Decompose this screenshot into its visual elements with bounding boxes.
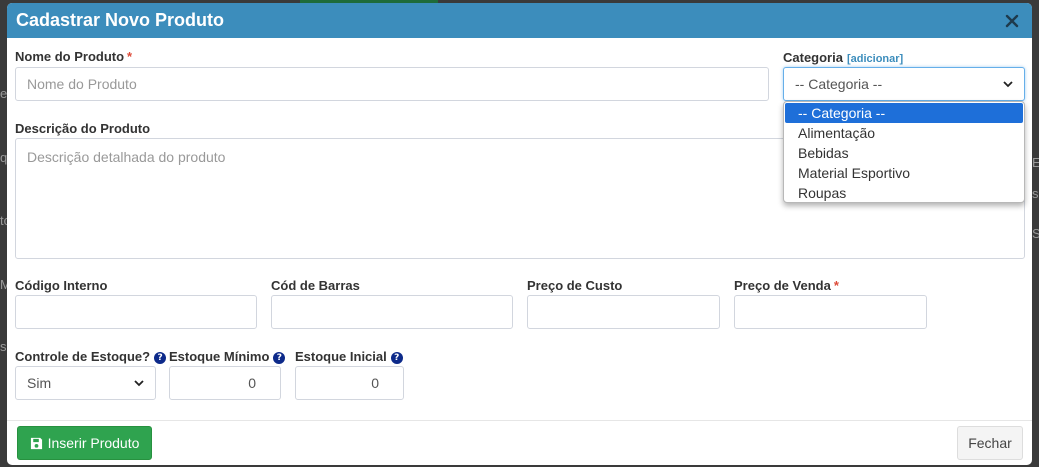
barcode-input[interactable] [271,295,513,329]
question-circle-icon[interactable]: ? [273,352,286,364]
product-name-label: Nome do Produto * [15,49,132,64]
sale-price-input[interactable] [734,295,927,329]
floppy-disk-icon [30,437,42,449]
category-label-text: Categoria [783,50,843,65]
initial-stock-label: Estoque Inicial? [295,349,403,364]
sale-price-label-text: Preço de Venda [734,278,831,293]
chevron-down-icon [1003,81,1013,88]
insert-product-label: Inserir Produto [47,435,140,451]
stock-control-selected-value: Sim [27,375,52,391]
category-select[interactable]: -- Categoria -- [783,67,1025,101]
min-stock-input[interactable]: 0 [169,366,281,400]
close-icon[interactable] [1002,11,1022,31]
product-name-placeholder: Nome do Produto [27,76,137,92]
category-option[interactable]: Bebidas [784,143,1024,163]
backdrop-text: Es [1032,155,1039,170]
modal-title: Cadastrar Novo Produto [16,10,225,30]
category-label: Categoria [adicionar] [783,50,903,65]
chevron-down-icon [134,380,144,387]
product-name-label-text: Nome do Produto [15,49,125,64]
modal-header: Cadastrar Novo Produto [7,3,1032,38]
backdrop-text: s [1032,186,1039,201]
initial-stock-label-text: Estoque Inicial [295,349,387,364]
stock-control-select[interactable]: Sim [15,366,156,400]
category-option[interactable]: Alimentação [784,123,1024,143]
min-stock-label: Estoque Mínimo? [169,349,286,364]
category-selected-value: -- Categoria -- [795,76,883,92]
stock-control-label: Controle de Estoque?? [15,349,167,364]
close-button[interactable]: Fechar [957,426,1023,460]
category-option[interactable]: Material Esportivo [784,163,1024,183]
internal-code-label: Código Interno [15,278,108,293]
min-stock-label-text: Estoque Mínimo [169,349,270,364]
product-name-input[interactable]: Nome do Produto [15,67,769,101]
product-modal: Cadastrar Novo Produto Nome do Produto * … [7,3,1032,465]
backdrop-text: s [0,339,7,354]
close-button-label: Fechar [968,435,1012,451]
add-category-link[interactable]: [adicionar] [847,53,903,65]
min-stock-value: 0 [248,375,256,391]
description-placeholder: Descrição detalhada do produto [27,149,226,165]
question-circle-icon[interactable]: ? [390,352,403,364]
barcode-label: Cód de Barras [271,278,360,293]
required-marker: * [127,49,133,64]
backdrop-text: S [1032,226,1039,241]
category-option[interactable]: Roupas [784,183,1024,203]
cost-price-label: Preço de Custo [527,278,623,293]
category-option[interactable]: -- Categoria -- [785,103,1023,123]
modal-footer [7,420,1032,465]
initial-stock-value: 0 [371,375,379,391]
insert-product-button[interactable]: Inserir Produto [17,426,152,460]
sale-price-label: Preço de Venda * [734,278,839,293]
required-marker: * [833,278,839,293]
internal-code-input[interactable] [15,295,257,329]
category-dropdown: -- Categoria -- Alimentação Bebidas Mate… [783,101,1025,203]
cost-price-input[interactable] [527,295,720,329]
description-label: Descrição do Produto [15,121,151,136]
stock-control-label-text: Controle de Estoque? [15,349,151,364]
question-circle-icon[interactable]: ? [154,352,167,364]
initial-stock-input[interactable]: 0 [295,366,404,400]
